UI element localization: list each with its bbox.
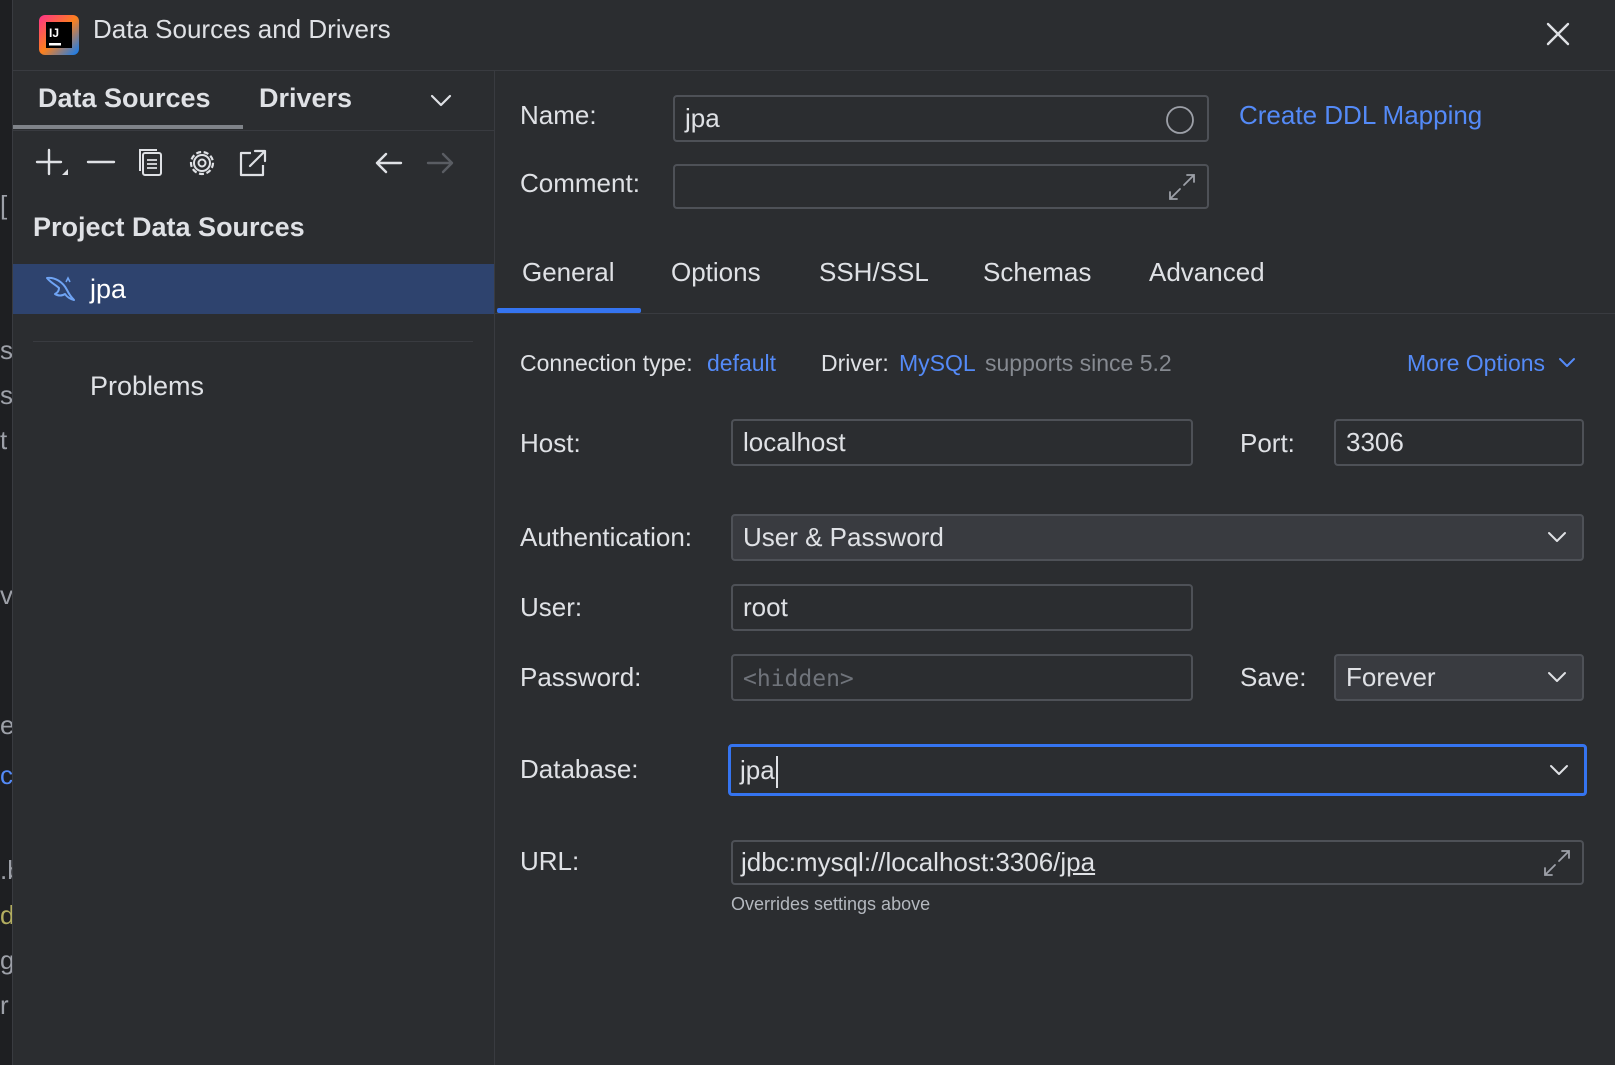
tab-data-sources[interactable]: Data Sources <box>38 83 211 114</box>
chevron-down-icon <box>1559 358 1576 367</box>
password-label: Password: <box>520 662 642 692</box>
tab-ssh-ssl[interactable]: SSH/SSL <box>819 257 929 288</box>
ide-editor-edge: [ s s t v e c .b d g r <box>0 0 13 1065</box>
url-label: URL: <box>520 846 580 876</box>
database-value: jpa <box>740 755 775 785</box>
tab-general[interactable]: General <box>522 257 615 288</box>
dialog-title: Data Sources and Drivers <box>93 14 391 44</box>
mysql-dolphin-icon <box>46 276 75 301</box>
dialog-title-bar: IJ Data Sources and Drivers <box>13 0 1615 71</box>
comment-label: Comment: <box>520 168 640 198</box>
color-circle-icon[interactable] <box>1165 105 1195 135</box>
url-hint: Overrides settings above <box>731 894 931 914</box>
save-select[interactable]: Forever <box>1334 654 1584 701</box>
add-icon[interactable] <box>33 145 69 181</box>
forward-arrow-icon[interactable] <box>422 145 458 181</box>
edge-glyph: s <box>0 335 13 365</box>
database-input[interactable]: jpa <box>728 744 1587 796</box>
tab-options[interactable]: Options <box>671 257 761 288</box>
port-input[interactable]: 3306 <box>1334 419 1584 466</box>
section-project-data-sources: Project Data Sources <box>33 212 305 242</box>
right-panel: Name: jpa Create DDL Mapping Comment: Ge… <box>495 71 1615 1065</box>
user-input[interactable]: root <box>731 584 1193 631</box>
authentication-select[interactable]: User & Password <box>731 514 1584 561</box>
left-panel: Data Sources Drivers Project Data Source… <box>13 71 495 1065</box>
active-tab-indicator <box>497 308 641 313</box>
edge-glyph: d <box>0 900 12 931</box>
edge-glyph: r <box>0 990 9 1020</box>
connection-tabs: General Options SSH/SSL Schemas Advanced <box>495 241 1615 314</box>
save-value: Forever <box>1346 662 1436 692</box>
driver-label: Driver: <box>821 350 889 376</box>
left-toolbar <box>13 141 494 191</box>
edge-glyph: e <box>0 710 12 741</box>
comment-input[interactable] <box>673 164 1209 209</box>
edge-glyph: s <box>0 380 13 410</box>
driver-note: supports since 5.2 <box>985 350 1172 376</box>
back-arrow-icon[interactable] <box>371 145 407 181</box>
left-divider <box>33 341 473 342</box>
url-input[interactable]: jdbc:mysql://localhost:3306/jpa <box>731 840 1584 885</box>
text-caret <box>775 756 778 789</box>
driver-link[interactable]: MySQL <box>899 350 976 377</box>
edge-glyph: [ <box>0 190 8 220</box>
more-options-label: More Options <box>1407 350 1546 376</box>
chevron-down-icon[interactable] <box>428 91 454 111</box>
password-input[interactable]: <hidden> <box>731 654 1193 701</box>
svg-text:IJ: IJ <box>49 26 59 40</box>
edge-glyph: c <box>0 760 13 790</box>
open-external-icon[interactable] <box>235 145 271 181</box>
edge-glyph: g <box>0 945 12 976</box>
expand-icon[interactable] <box>1542 848 1572 878</box>
host-label: Host: <box>520 428 581 458</box>
expand-icon[interactable] <box>1167 172 1197 202</box>
tab-schemas[interactable]: Schemas <box>983 257 1091 288</box>
chevron-down-icon <box>1548 672 1566 682</box>
intellij-logo-icon: IJ <box>39 15 79 55</box>
data-source-label: jpa <box>90 274 127 304</box>
edge-glyph: v <box>0 580 13 610</box>
close-icon[interactable] <box>1541 17 1575 51</box>
authentication-value: User & Password <box>743 522 944 552</box>
save-label: Save: <box>1240 662 1307 692</box>
active-tab-indicator <box>13 125 243 129</box>
left-tabs: Data Sources Drivers <box>13 71 494 131</box>
connection-type-link[interactable]: default <box>707 350 776 377</box>
database-label: Database: <box>520 754 639 784</box>
create-ddl-mapping-link[interactable]: Create DDL Mapping <box>1239 100 1482 131</box>
name-value: jpa <box>685 103 720 133</box>
more-options-link[interactable]: More Options <box>1407 350 1576 377</box>
edge-glyph: .b <box>0 855 12 885</box>
port-label: Port: <box>1240 428 1295 458</box>
host-input[interactable]: localhost <box>731 419 1193 466</box>
data-source-item-jpa[interactable]: jpa <box>13 264 494 314</box>
duplicate-icon[interactable] <box>133 145 169 181</box>
edge-glyph: t <box>0 425 8 455</box>
tab-drivers[interactable]: Drivers <box>259 83 352 114</box>
connection-type-label: Connection type: <box>520 350 693 376</box>
password-placeholder: <hidden> <box>743 666 854 692</box>
remove-icon[interactable] <box>83 145 119 181</box>
tab-advanced[interactable]: Advanced <box>1149 257 1265 288</box>
chevron-down-icon <box>1548 532 1566 542</box>
user-label: User: <box>520 592 583 622</box>
url-prefix: jdbc:mysql://localhost:3306/ <box>741 847 1061 877</box>
name-label: Name: <box>520 100 597 130</box>
chevron-down-icon[interactable] <box>1548 763 1570 779</box>
authentication-label: Authentication: <box>520 522 693 552</box>
settings-icon[interactable] <box>184 145 220 181</box>
problems-item[interactable]: Problems <box>90 371 204 402</box>
url-database: jpa <box>1060 847 1096 877</box>
name-input[interactable]: jpa <box>673 95 1209 142</box>
